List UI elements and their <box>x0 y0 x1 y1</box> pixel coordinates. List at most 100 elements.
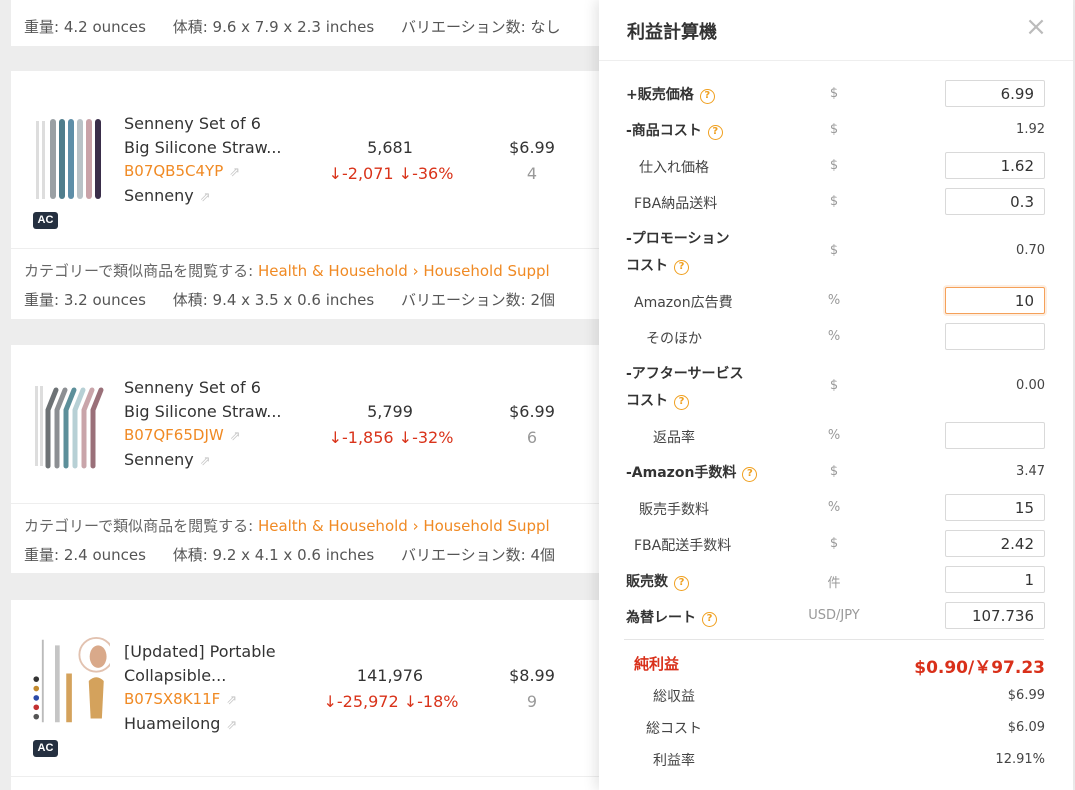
fba-inbound-shipping-label: FBA納品送料 <box>634 196 718 212</box>
product-title-line2[interactable]: Collapsible... <box>124 666 226 685</box>
amazon-fees-value: 3.47 <box>1016 464 1045 479</box>
sales-change: ↓-25,972 ↓-18% <box>306 692 476 711</box>
sale-price-label: +販売価格? <box>626 84 715 104</box>
unit-label: $ <box>829 122 839 137</box>
panel-title: 利益計算機 <box>627 22 717 43</box>
units-sold-input[interactable] <box>945 566 1045 593</box>
unit-label: % <box>827 500 841 515</box>
help-icon[interactable]: ? <box>742 467 758 482</box>
sales-change-abs: ↓-2,071 <box>328 164 394 183</box>
category-prefix: カテゴリーで類似商品を閲覧する: <box>24 262 254 280</box>
unit-label: USD/JPY <box>808 608 860 623</box>
promotion-cost-label-line2: コスト? <box>626 255 689 275</box>
purchase-price-label: 仕入れ価格 <box>639 160 709 176</box>
divider <box>11 503 611 504</box>
brand-link[interactable]: Senneny ⇗ <box>124 186 211 205</box>
dimensions-text: 体積: 9.6 x 7.9 x 2.3 inches <box>172 18 375 36</box>
promotion-cost-label-line1: -プロモーション <box>626 231 730 247</box>
product-title-line1[interactable]: Senneny Set of 6 <box>124 114 261 133</box>
external-link-icon[interactable]: ⇗ <box>226 718 237 733</box>
total-cost-label: 総コスト <box>646 721 702 737</box>
brand-link[interactable]: Huameilong ⇗ <box>124 714 237 733</box>
product-thumbnail[interactable] <box>30 636 110 726</box>
product-title-line2[interactable]: Big Silicone Straw... <box>124 402 282 421</box>
product-title-line2[interactable]: Big Silicone Straw... <box>124 138 282 157</box>
help-icon[interactable]: ? <box>702 612 717 627</box>
category-prefix: カテゴリーで類似商品を閲覧する: <box>24 517 254 535</box>
after-service-cost-value: 0.00 <box>1016 378 1045 393</box>
help-icon[interactable]: ? <box>699 89 715 104</box>
total-cost-value: $6.09 <box>1007 720 1045 735</box>
other-cost-input[interactable] <box>945 323 1045 350</box>
unit-label: $ <box>829 243 839 258</box>
external-link-icon[interactable]: ⇗ <box>200 454 211 469</box>
sales-change: ↓-1,856 ↓-32% <box>306 428 476 447</box>
purchase-price-input[interactable] <box>945 152 1045 179</box>
help-icon[interactable]: ? <box>674 395 689 410</box>
product-thumbnail[interactable] <box>30 380 110 470</box>
sales-value: 5,799 <box>367 402 413 421</box>
weight-text: 重量: 2.4 ounces <box>24 546 146 564</box>
sale-price-input[interactable] <box>945 80 1045 107</box>
help-icon[interactable]: ? <box>674 260 689 275</box>
unit-label: $ <box>829 464 839 479</box>
return-rate-input[interactable] <box>945 422 1045 449</box>
amazon-ads-input[interactable] <box>945 287 1045 314</box>
brand-link[interactable]: Senneny ⇗ <box>124 450 211 469</box>
product-title-line1[interactable]: [Updated] Portable <box>124 642 276 661</box>
unit-label: % <box>827 428 841 443</box>
category-line: カテゴリーで類似商品を閲覧する: Health & Household › Ho… <box>24 515 550 536</box>
divider <box>11 248 611 249</box>
unit-label: 件 <box>827 576 841 591</box>
asin-link[interactable]: B07SX8K11F ⇗ <box>124 690 237 708</box>
sales-change-abs: ↓-25,972 <box>323 692 399 711</box>
brand-text[interactable]: Senneny <box>124 186 194 205</box>
help-icon[interactable]: ? <box>674 576 689 591</box>
fba-fulfillment-fee-input[interactable] <box>945 530 1045 557</box>
divider <box>11 776 611 777</box>
product-title-line1[interactable]: Senneny Set of 6 <box>124 378 261 397</box>
dimensions-text: 体積: 9.2 x 4.1 x 0.6 inches <box>172 546 375 564</box>
sales-value: 141,976 <box>356 666 424 685</box>
external-link-icon[interactable]: ⇗ <box>226 693 237 708</box>
external-link-icon[interactable]: ⇗ <box>229 165 240 180</box>
total-revenue-label: 総収益 <box>653 689 695 705</box>
sales-change-pct: ↓-36% <box>398 164 454 183</box>
amazon-fees-label: -Amazon手数料? <box>626 462 758 482</box>
promotion-cost-value: 0.70 <box>1016 243 1045 258</box>
amazon-ads-label: Amazon広告費 <box>634 295 733 311</box>
category-link[interactable]: Health & Household › Household Suppl <box>258 262 550 280</box>
variations-text: バリエーション数: 4個 <box>400 546 556 564</box>
asin-link[interactable]: B07QB5C4YP ⇗ <box>124 162 240 180</box>
unit-label: $ <box>829 158 839 173</box>
referral-fee-input[interactable] <box>945 494 1045 521</box>
profit-margin-value: 12.91% <box>995 752 1045 767</box>
unit-label: $ <box>829 536 839 551</box>
close-icon[interactable]: × <box>1023 14 1049 40</box>
category-link[interactable]: Health & Household › Household Suppl <box>258 517 550 535</box>
external-link-icon[interactable]: ⇗ <box>200 190 211 205</box>
product-specs: 重量: 3.2 ounces 体積: 9.4 x 3.5 x 0.6 inche… <box>24 289 577 310</box>
asin-text[interactable]: B07SX8K11F <box>124 690 220 708</box>
asin-text[interactable]: B07QF65DJW <box>124 426 224 444</box>
help-icon[interactable]: ? <box>707 125 723 140</box>
asin-text[interactable]: B07QB5C4YP <box>124 162 223 180</box>
units-sold-label: 販売数? <box>626 571 689 591</box>
external-link-icon[interactable]: ⇗ <box>230 429 241 444</box>
other-cost-label: そのほか <box>646 331 702 347</box>
sales-change: ↓-2,071 ↓-36% <box>306 164 476 183</box>
return-rate-label: 返品率 <box>653 430 695 446</box>
weight-text: 重量: 4.2 ounces <box>24 18 146 36</box>
sellers-count: 4 <box>526 164 538 183</box>
asin-link[interactable]: B07QF65DJW ⇗ <box>124 426 241 444</box>
product-cost-label: -商品コスト? <box>626 120 723 140</box>
brand-text[interactable]: Huameilong <box>124 714 220 733</box>
product-thumbnail[interactable] <box>30 115 110 205</box>
brand-text[interactable]: Senneny <box>124 450 194 469</box>
summary-divider <box>624 639 1044 640</box>
fba-inbound-shipping-input[interactable] <box>945 188 1045 215</box>
price-value: $8.99 <box>509 666 555 685</box>
product-cost-value: 1.92 <box>1016 122 1045 137</box>
exchange-rate-input[interactable] <box>945 602 1045 629</box>
sellers-count: 9 <box>526 692 538 711</box>
